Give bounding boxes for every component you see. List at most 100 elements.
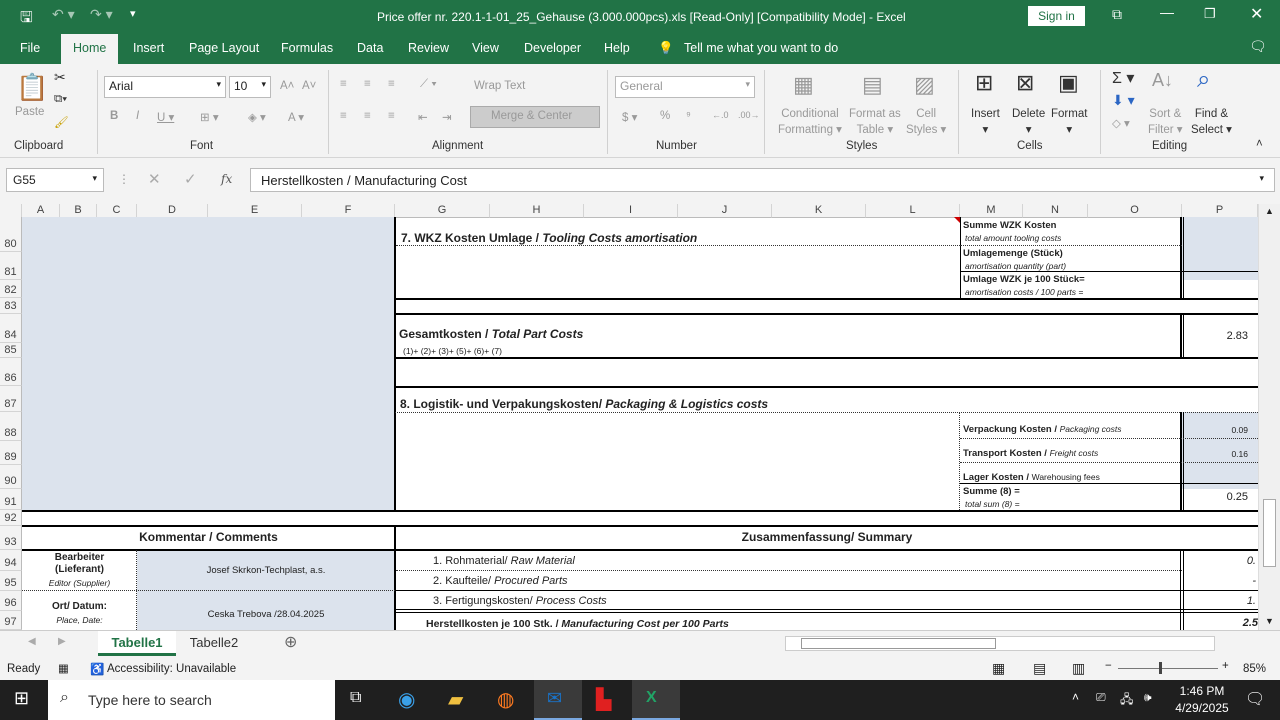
row-header-88[interactable]: 88 — [0, 412, 22, 441]
tab-data[interactable]: Data — [357, 41, 383, 55]
vertical-scrollbar[interactable]: ▲ ▼ — [1258, 204, 1280, 630]
align-center-icon[interactable]: ≡ — [364, 110, 371, 122]
delete-cells-icon[interactable]: ⊠ — [1016, 70, 1034, 96]
prev-sheet-icon[interactable]: ◀ — [28, 636, 36, 647]
row-header-92[interactable]: 92 — [0, 510, 22, 526]
comma-icon[interactable]: ⁹ — [686, 110, 691, 122]
total-costs-value[interactable]: 2.83 — [1186, 330, 1248, 342]
tab-page-layout[interactable]: Page Layout — [189, 41, 259, 55]
editor-value[interactable]: Josef Skrkon-Techplast, a.s. — [137, 565, 395, 576]
bold-button[interactable]: B — [110, 110, 118, 122]
decrease-indent-icon[interactable]: ⇤ — [418, 110, 428, 124]
row-header-86[interactable]: 86 — [0, 358, 22, 386]
cell-styles-icon[interactable]: ▨ — [914, 72, 935, 98]
comments-icon[interactable]: 🗨 — [1249, 38, 1267, 55]
align-left-icon[interactable]: ≡ — [340, 110, 347, 122]
conditional-formatting-icon[interactable]: ▦ — [793, 72, 814, 98]
row-header-83[interactable]: 83 — [0, 298, 22, 314]
conditional-formatting-button[interactable]: Conditional Formatting ▾ — [778, 106, 842, 138]
horizontal-scrollbar[interactable] — [785, 636, 1215, 651]
volume-icon[interactable]: 🕪 — [1144, 690, 1152, 705]
column-header-A[interactable]: A — [22, 204, 60, 218]
tab-view[interactable]: View — [472, 41, 499, 55]
row-header-90[interactable]: 90 — [0, 465, 22, 489]
redo-icon[interactable]: ↷ ▾ — [90, 6, 113, 23]
save-icon[interactable]: 🖫 — [20, 7, 33, 32]
zoom-slider[interactable] — [1118, 668, 1218, 669]
formula-input[interactable]: Herstellkosten / Manufacturing Cost ▾ — [250, 168, 1275, 192]
column-header-K[interactable]: K — [772, 204, 866, 218]
acrobat-icon[interactable]: ▙ — [596, 687, 611, 712]
copy-icon[interactable]: ⧉▾ — [54, 93, 67, 106]
align-bottom-icon[interactable]: ≡ — [388, 78, 395, 90]
packaging-value[interactable]: 0.09 — [1186, 425, 1248, 435]
new-sheet-button[interactable]: ⊕ — [284, 632, 297, 652]
ribbon-display-icon[interactable]: ⧉ — [1112, 6, 1122, 23]
restore-button[interactable]: ❐ — [1204, 6, 1216, 22]
column-header-N[interactable]: N — [1023, 204, 1088, 218]
increase-indent-icon[interactable]: ⇥ — [442, 110, 452, 124]
increase-font-icon[interactable]: A˄ — [280, 80, 294, 92]
macro-record-icon[interactable]: ▦ — [58, 661, 69, 675]
currency-icon[interactable]: $ ▾ — [622, 110, 637, 124]
row-header-93[interactable]: 93 — [0, 526, 22, 550]
clock-date[interactable]: 4/29/2025 — [1166, 701, 1238, 715]
insert-function-button[interactable]: fx — [221, 172, 232, 186]
autosum-icon[interactable]: Σ ▾ — [1112, 68, 1134, 88]
firefox-icon[interactable]: ◍ — [497, 687, 514, 712]
row-header-91[interactable]: 91 — [0, 489, 22, 510]
column-header-I[interactable]: I — [584, 204, 678, 218]
decrease-decimal-icon[interactable]: .00→ — [738, 110, 760, 120]
raw-material-value[interactable]: 0. — [1186, 555, 1256, 567]
tab-file[interactable]: File — [20, 41, 40, 55]
insert-cells-button[interactable]: Insert ▾ — [971, 106, 1000, 138]
percent-icon[interactable]: % — [660, 110, 670, 122]
row-header-97[interactable]: 97 — [0, 611, 22, 630]
close-button[interactable]: ✕ — [1250, 4, 1263, 24]
tell-me-search[interactable]: Tell me what you want to do — [684, 41, 838, 55]
cut-icon[interactable]: ✂ — [54, 69, 66, 86]
tab-insert[interactable]: Insert — [133, 41, 164, 55]
clear-icon[interactable]: ◇ ▾ — [1112, 116, 1130, 130]
column-header-F[interactable]: F — [302, 204, 395, 218]
excel-taskbar-button[interactable]: X — [632, 680, 680, 720]
taskbar-search[interactable]: ⌕ Type here to search — [48, 680, 335, 720]
cell-styles-button[interactable]: Cell Styles ▾ — [906, 106, 946, 138]
process-costs-value[interactable]: 1. — [1186, 595, 1256, 607]
sort-filter-button[interactable]: Sort & Filter ▾ — [1148, 106, 1183, 138]
column-header-C[interactable]: C — [97, 204, 137, 218]
normal-view-icon[interactable]: ▦ — [992, 660, 1005, 677]
font-name-select[interactable]: Arial ▾ — [104, 76, 226, 98]
paste-button[interactable]: Paste — [15, 106, 44, 118]
increase-decimal-icon[interactable]: ←.0 — [712, 110, 729, 120]
column-header-G[interactable]: G — [395, 204, 490, 218]
next-sheet-icon[interactable]: ▶ — [58, 636, 66, 647]
format-as-table-icon[interactable]: ▤ — [862, 72, 883, 98]
tab-review[interactable]: Review — [408, 41, 449, 55]
delete-cells-button[interactable]: Delete ▾ — [1012, 106, 1045, 138]
sheet-tab-tabelle2[interactable]: Tabelle2 — [178, 631, 250, 656]
network-icon[interactable]: 🖧 — [1120, 690, 1133, 711]
freight-value[interactable]: 0.16 — [1186, 449, 1248, 459]
zoom-slider-thumb[interactable] — [1159, 662, 1162, 674]
row-header-81[interactable]: 81 — [0, 252, 22, 280]
row-header-82[interactable]: 82 — [0, 280, 22, 298]
decrease-font-icon[interactable]: A˅ — [302, 80, 316, 92]
column-header-H[interactable]: H — [490, 204, 584, 218]
column-header-M[interactable]: M — [960, 204, 1023, 218]
confirm-entry-icon[interactable]: ✓ — [184, 170, 197, 188]
cancel-entry-icon[interactable]: ✕ — [148, 170, 161, 188]
format-cells-icon[interactable]: ▣ — [1058, 70, 1079, 96]
accessibility-icon[interactable]: ♿ — [90, 662, 104, 676]
horizontal-scroll-thumb[interactable] — [801, 638, 996, 649]
borders-icon[interactable]: ⊞ ▾ — [200, 110, 219, 124]
manufacturing-cost-value[interactable]: 2.5 — [1186, 617, 1258, 629]
column-header-P[interactable]: P — [1182, 204, 1258, 218]
column-header-O[interactable]: O — [1088, 204, 1182, 218]
page-break-view-icon[interactable]: ▥ — [1072, 660, 1085, 677]
zoom-out-button[interactable]: − — [1105, 660, 1112, 672]
show-hidden-icons[interactable]: ˄ — [1072, 690, 1079, 704]
row-header-95[interactable]: 95 — [0, 571, 22, 591]
select-all-corner[interactable] — [0, 204, 22, 218]
column-header-E[interactable]: E — [208, 204, 302, 218]
